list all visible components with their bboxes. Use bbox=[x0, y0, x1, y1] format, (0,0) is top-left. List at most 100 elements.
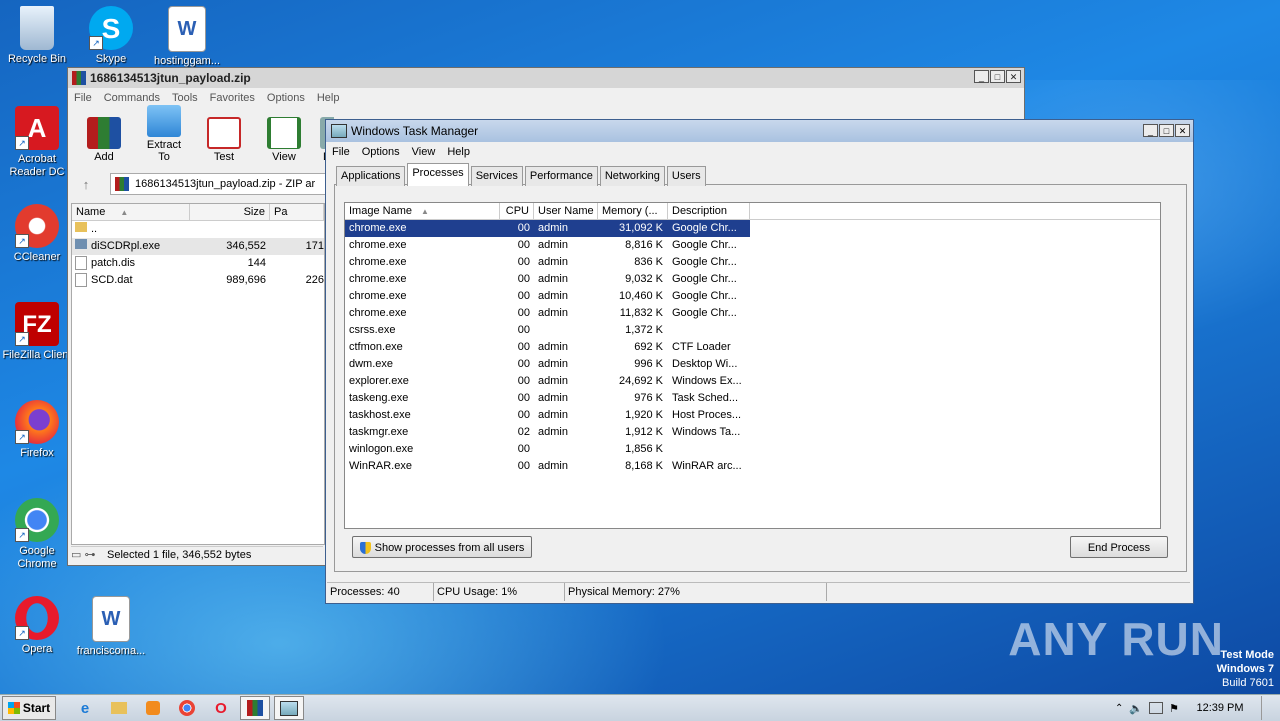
maximize-button[interactable]: □ bbox=[990, 70, 1005, 83]
process-cell: Google Chr... bbox=[672, 307, 737, 319]
list-item[interactable]: .. bbox=[72, 221, 324, 238]
process-row[interactable]: chrome.exe 00 admin 9,032 K Google Chr... bbox=[345, 271, 1160, 288]
volume-icon[interactable]: 🔈 bbox=[1129, 702, 1143, 715]
process-row[interactable]: chrome.exe 00 admin 836 K Google Chr... bbox=[345, 254, 1160, 271]
show-desktop-button[interactable] bbox=[1261, 696, 1272, 720]
desktop-icon-firefox[interactable]: ↗ Firefox bbox=[0, 400, 74, 460]
column-cpu[interactable]: CPU bbox=[500, 203, 534, 219]
process-row[interactable]: chrome.exe 00 admin 31,092 K Google Chr... bbox=[345, 220, 1160, 237]
start-button[interactable]: Start bbox=[2, 696, 56, 720]
process-row[interactable]: dwm.exe 00 admin 996 K Desktop Wi... bbox=[345, 356, 1160, 373]
menu-file[interactable]: File bbox=[68, 92, 98, 104]
taskbar-chrome-icon[interactable] bbox=[172, 696, 202, 720]
tab-performance[interactable]: Performance bbox=[524, 166, 598, 186]
desktop-icon-acrobat[interactable]: A ↗ Acrobat Reader DC bbox=[0, 106, 74, 179]
desktop-icon-label: FileZilla Client bbox=[2, 349, 72, 361]
column-size[interactable]: Size bbox=[190, 204, 270, 220]
desktop-icon-recycle-bin[interactable]: Recycle Bin bbox=[0, 6, 74, 66]
show-all-processes-button[interactable]: Show processes from all users bbox=[352, 536, 532, 558]
process-rows: chrome.exe 00 admin 31,092 K Google Chr... ch… bbox=[345, 220, 1160, 475]
test-button[interactable]: Test bbox=[200, 117, 248, 163]
process-cell: Google Chr... bbox=[672, 256, 737, 268]
tab-networking[interactable]: Networking bbox=[599, 166, 665, 186]
process-row[interactable]: taskmgr.exe 02 admin 1,912 K Windows Ta... bbox=[345, 424, 1160, 441]
desktop-icon-ccleaner[interactable]: ↗ CCleaner bbox=[0, 204, 74, 264]
process-cell: admin bbox=[538, 256, 568, 268]
task-manager-titlebar[interactable]: Windows Task Manager _ □ ✕ bbox=[326, 120, 1193, 142]
clock[interactable]: 12:39 PM bbox=[1185, 702, 1255, 714]
process-row[interactable]: csrss.exe 00 1,372 K bbox=[345, 322, 1160, 339]
menu-file[interactable]: File bbox=[326, 146, 356, 158]
menu-options[interactable]: Options bbox=[356, 146, 406, 158]
minimize-button[interactable]: _ bbox=[1143, 124, 1158, 137]
tab-applications[interactable]: Applications bbox=[336, 166, 406, 186]
process-row[interactable]: ctfmon.exe 00 admin 692 K CTF Loader bbox=[345, 339, 1160, 356]
process-cell: 00 bbox=[517, 290, 530, 302]
process-cell: taskeng.exe bbox=[349, 392, 409, 404]
list-item[interactable]: SCD.dat 989,696 226 bbox=[72, 272, 324, 289]
column-description[interactable]: Description bbox=[668, 203, 750, 219]
menu-commands[interactable]: Commands bbox=[98, 92, 166, 104]
menu-help[interactable]: Help bbox=[311, 92, 346, 104]
end-process-button[interactable]: End Process bbox=[1070, 536, 1168, 558]
menu-options[interactable]: Options bbox=[261, 92, 311, 104]
taskbar-media-player-icon[interactable] bbox=[138, 696, 168, 720]
desktop-icon-skype[interactable]: S ↗ Skype bbox=[74, 6, 148, 66]
process-cell: 11,832 K bbox=[619, 307, 663, 319]
menu-help[interactable]: Help bbox=[441, 146, 476, 158]
desktop-icon-opera[interactable]: ↗ Opera bbox=[0, 596, 74, 656]
column-user-name[interactable]: User Name bbox=[534, 203, 598, 219]
tab-processes[interactable]: Processes bbox=[407, 163, 469, 186]
desktop-icon-label: Recycle Bin bbox=[7, 53, 67, 65]
view-button[interactable]: View bbox=[260, 117, 308, 163]
process-row[interactable]: WinRAR.exe 00 admin 8,168 K WinRAR arc... bbox=[345, 458, 1160, 475]
process-row[interactable]: explorer.exe 00 admin 24,692 K Windows Ex... bbox=[345, 373, 1160, 390]
process-cell: chrome.exe bbox=[345, 220, 500, 237]
maximize-button[interactable]: □ bbox=[1159, 124, 1174, 137]
add-button[interactable]: Add bbox=[80, 117, 128, 163]
taskbar-task-manager-icon[interactable] bbox=[274, 696, 304, 720]
menu-favorites[interactable]: Favorites bbox=[204, 92, 261, 104]
close-button[interactable]: ✕ bbox=[1006, 70, 1021, 83]
process-row[interactable]: winlogon.exe 00 1,856 K bbox=[345, 441, 1160, 458]
show-hidden-icons-icon[interactable]: ⌃ bbox=[1115, 703, 1123, 714]
desktop-icon-hostinggam[interactable]: W hostinggam... bbox=[150, 6, 224, 68]
column-packed[interactable]: Pa bbox=[270, 204, 324, 220]
acrobat-icon: A ↗ bbox=[15, 106, 59, 150]
tab-services[interactable]: Services bbox=[470, 166, 523, 186]
taskbar-explorer-icon[interactable] bbox=[104, 696, 134, 720]
tab-users[interactable]: Users bbox=[666, 166, 706, 186]
action-center-flag-icon[interactable]: ⚑ bbox=[1169, 702, 1179, 715]
desktop-icon-franciscoma[interactable]: W franciscoma... bbox=[74, 596, 148, 658]
up-arrow-icon[interactable]: ↑ bbox=[74, 177, 98, 192]
process-row[interactable]: chrome.exe 00 admin 10,460 K Google Chr... bbox=[345, 288, 1160, 305]
taskbar-opera-icon[interactable]: O bbox=[206, 696, 236, 720]
process-cell: admin bbox=[538, 273, 568, 285]
process-row[interactable]: chrome.exe 00 admin 8,816 K Google Chr... bbox=[345, 237, 1160, 254]
physical-memory: Physical Memory: 27% bbox=[565, 583, 827, 601]
desktop-icon-chrome[interactable]: ↗ Google Chrome bbox=[0, 498, 74, 571]
process-cell: chrome.exe bbox=[349, 256, 407, 268]
process-cell: admin bbox=[538, 392, 568, 404]
list-item[interactable]: patch.dis 144 bbox=[72, 255, 324, 272]
process-cell: 976 K bbox=[634, 392, 663, 404]
column-image-name[interactable]: Image Name ▲ bbox=[345, 203, 500, 219]
process-cell: explorer.exe bbox=[349, 375, 409, 387]
desktop-icon-filezilla[interactable]: FZ ↗ FileZilla Client bbox=[0, 302, 74, 362]
list-item[interactable]: diSCDRpl.exe 346,552 171 bbox=[72, 238, 324, 255]
column-memory[interactable]: Memory (... bbox=[598, 203, 668, 219]
close-button[interactable]: ✕ bbox=[1175, 124, 1190, 137]
menu-view[interactable]: View bbox=[406, 146, 442, 158]
menu-tools[interactable]: Tools bbox=[166, 92, 204, 104]
taskbar-ie-icon[interactable]: e bbox=[70, 696, 100, 720]
process-cell: ctfmon.exe bbox=[349, 341, 403, 353]
network-icon[interactable] bbox=[1149, 702, 1164, 714]
process-row[interactable]: taskhost.exe 00 admin 1,920 K Host Proces... bbox=[345, 407, 1160, 424]
minimize-button[interactable]: _ bbox=[974, 70, 989, 83]
extract-to-button[interactable]: Extract To bbox=[140, 105, 188, 163]
process-row[interactable]: chrome.exe 00 admin 11,832 K Google Chr... bbox=[345, 305, 1160, 322]
process-row[interactable]: taskeng.exe 00 admin 976 K Task Sched... bbox=[345, 390, 1160, 407]
column-name[interactable]: Name ▲ bbox=[72, 204, 190, 220]
winrar-titlebar[interactable]: 1686134513jtun_payload.zip _ □ ✕ bbox=[68, 68, 1024, 88]
taskbar-winrar-icon[interactable] bbox=[240, 696, 270, 720]
